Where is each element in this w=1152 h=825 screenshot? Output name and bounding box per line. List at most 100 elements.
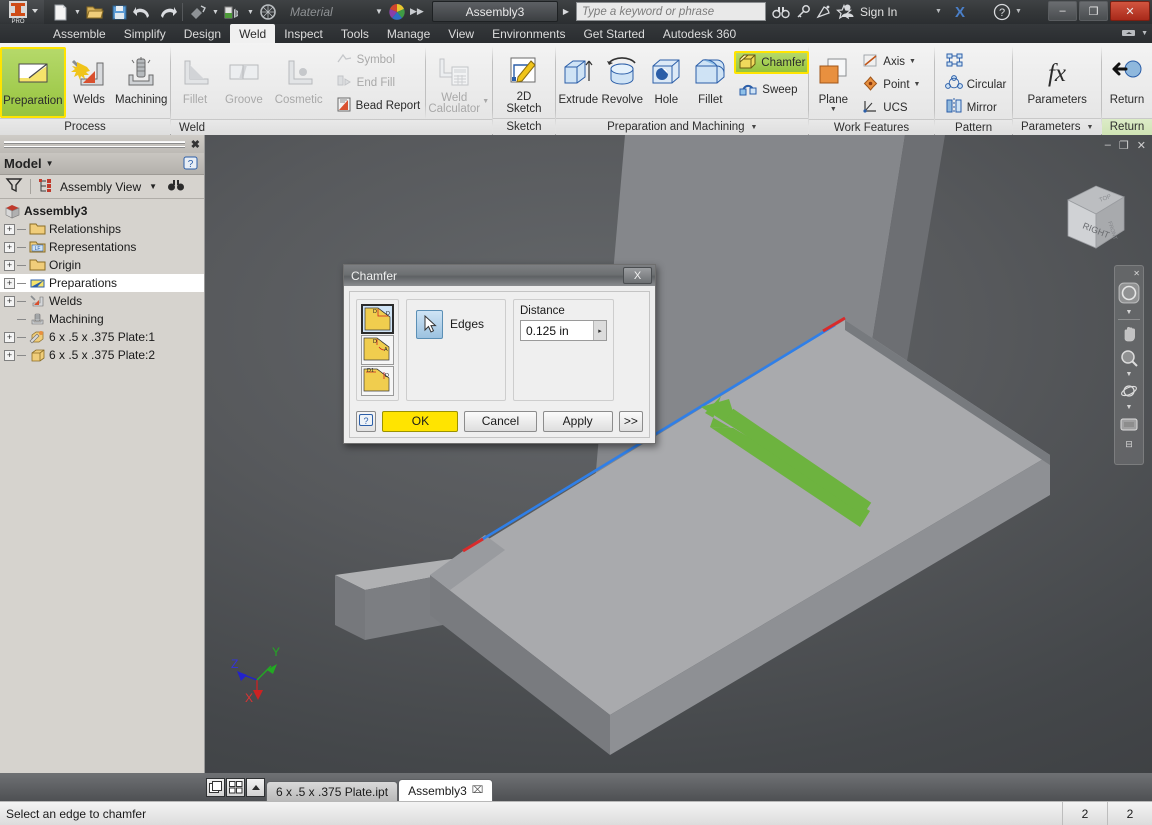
parameters-dropdown-caret-icon[interactable]: ▼ [1086, 124, 1093, 131]
sketch-2d-button[interactable]: 2D Sketch [493, 47, 556, 118]
exchange-x-icon[interactable]: X [955, 4, 965, 21]
navbar-close-icon[interactable]: ✕ [1133, 269, 1140, 278]
tree-item-preparations[interactable]: + Preparations [0, 274, 204, 292]
panel-dropdown-caret-icon[interactable]: ▼ [751, 124, 758, 131]
tree-item-plate-1[interactable]: + 6 x .5 x .375 Plate:1 [0, 328, 204, 346]
assembly-view-label[interactable]: Assembly View [60, 180, 141, 194]
zoom-caret-icon[interactable]: ▼ [1126, 370, 1133, 379]
tree-item-assembly3[interactable]: Assembly3 [0, 202, 204, 220]
browser-grip[interactable]: ✖ [0, 135, 204, 153]
ribbon-tab-inspect[interactable]: Inspect [275, 24, 332, 43]
ok-button[interactable]: OK [382, 411, 458, 432]
circular-pattern-button[interactable]: Circular [940, 73, 1012, 96]
orbit-icon[interactable] [1116, 379, 1142, 403]
viewport-close-icon[interactable]: ✕ [1137, 139, 1146, 152]
tree-item-representations[interactable]: + LF Representations [0, 238, 204, 256]
ribbon-tab-tools[interactable]: Tools [332, 24, 378, 43]
revolve-button[interactable]: Revolve [600, 47, 644, 118]
sweep-button[interactable]: Sweep [734, 78, 809, 101]
ribbon-tab-environments[interactable]: Environments [483, 24, 574, 43]
mirror-button[interactable]: Mirror [940, 96, 1012, 119]
axis-button[interactable]: Axis ▼ [857, 50, 925, 73]
expander-plus-icon[interactable]: + [4, 350, 15, 361]
panel-title-parameters[interactable]: Parameters ▼ [1013, 118, 1101, 135]
steering-wheel-caret-icon[interactable]: ▼ [1126, 308, 1133, 317]
browser-title-caret-icon[interactable]: ▼ [46, 159, 54, 168]
appearance-icon[interactable] [186, 1, 210, 23]
redo-icon[interactable] [155, 1, 179, 23]
point-button[interactable]: Point ▼ [857, 73, 925, 96]
key-icon[interactable] [792, 2, 814, 22]
extrude-button[interactable]: Extrude [556, 47, 600, 118]
expander-plus-icon[interactable]: + [4, 296, 15, 307]
chamfer-button[interactable]: Chamfer [734, 51, 809, 74]
viewport-restore-icon[interactable]: ❐ [1119, 139, 1129, 152]
tile-windows-icon[interactable] [226, 778, 245, 797]
ribbon-minimize-caret-icon[interactable]: ▼ [1141, 30, 1148, 37]
symbol-button[interactable]: Symbol [331, 48, 426, 71]
viewport-minimize-icon[interactable]: – [1105, 139, 1111, 152]
bead-report-button[interactable]: Bead Report [331, 94, 426, 117]
fillet-weld-button[interactable]: Fillet [171, 47, 219, 118]
more-button[interactable]: >> [619, 411, 643, 432]
select-edges-cursor-icon[interactable] [416, 310, 443, 339]
document-tab-plate[interactable]: 6 x .5 x .375 Plate.ipt [266, 781, 398, 801]
ribbon-tab-assemble[interactable]: Assemble [44, 24, 115, 43]
expander-plus-icon[interactable]: + [4, 242, 15, 253]
tree-item-origin[interactable]: + Origin [0, 256, 204, 274]
dialog-title-bar[interactable]: Chamfer X [344, 265, 655, 286]
color-wheel-icon[interactable] [388, 3, 406, 21]
ribbon-tab-autodesk-360[interactable]: Autodesk 360 [654, 24, 745, 43]
pan-icon[interactable] [1116, 322, 1142, 346]
end-fill-button[interactable]: End Fill [331, 71, 426, 94]
save-icon[interactable] [107, 1, 131, 23]
ribbon-tab-weld[interactable]: Weld [230, 24, 275, 43]
browser-help-icon[interactable]: ? [183, 156, 199, 175]
weld-calculator-button[interactable]: Weld Calculator [426, 47, 482, 118]
help-icon[interactable]: ? [993, 3, 1011, 24]
apply-button[interactable]: Apply [543, 411, 613, 432]
ribbon-tab-view[interactable]: View [439, 24, 483, 43]
binoculars-icon[interactable] [167, 178, 185, 195]
dialog-close-button[interactable]: X [623, 267, 652, 284]
assembly-view-caret-icon[interactable]: ▼ [149, 182, 157, 191]
view-cube[interactable]: RIGHT TOP FRONT [1050, 170, 1140, 260]
cosmetic-weld-button[interactable]: Cosmetic [269, 47, 329, 118]
distance-value[interactable]: 0.125 in [521, 321, 593, 340]
expander-plus-icon[interactable]: + [4, 278, 15, 289]
chamfer-dialog[interactable]: Chamfer X D D [343, 264, 656, 444]
material-dropdown-icon[interactable]: ▼ [245, 1, 256, 23]
hole-button[interactable]: Hole [644, 47, 688, 118]
orbit-caret-icon[interactable]: ▼ [1126, 403, 1133, 412]
panel-title-preparation-machining[interactable]: Preparation and Machining ▼ [556, 118, 808, 135]
cascade-windows-icon[interactable] [206, 778, 225, 797]
sign-in-caret-icon[interactable]: ▼ [935, 8, 942, 15]
zoom-icon[interactable] [1116, 346, 1142, 370]
fillet-button[interactable]: Fillet [688, 47, 732, 118]
expander-plus-icon[interactable]: + [4, 260, 15, 271]
satellite-icon[interactable] [813, 2, 835, 22]
distance-input[interactable]: 0.125 in ▸ [520, 320, 607, 341]
parameters-button[interactable]: fx Parameters [1021, 47, 1092, 118]
distance-dropdown-icon[interactable]: ▸ [593, 321, 606, 340]
new-file-dropdown-icon[interactable]: ▼ [72, 1, 83, 23]
expander-plus-icon[interactable]: + [4, 332, 15, 343]
return-button[interactable]: Return [1102, 47, 1152, 118]
navbar-options-icon[interactable]: ⊟ [1125, 439, 1133, 450]
document-tab-close-icon[interactable]: ⌧ [472, 785, 484, 796]
weld-calculator-caret-icon[interactable]: ▼ [482, 98, 489, 105]
tree-item-relationships[interactable]: + Relationships [0, 220, 204, 238]
minimize-button[interactable]: – [1048, 1, 1077, 21]
point-caret-icon[interactable]: ▼ [914, 81, 921, 88]
render-icon[interactable] [256, 1, 280, 23]
welds-button[interactable]: Welds [66, 47, 113, 118]
ribbon-tab-simplify[interactable]: Simplify [115, 24, 175, 43]
groove-weld-button[interactable]: Groove [219, 47, 269, 118]
ribbon-minimize-icon[interactable] [1121, 27, 1137, 41]
two-distances-chamfer-type[interactable]: D1 D [361, 366, 394, 396]
new-file-icon[interactable] [48, 1, 72, 23]
plane-button[interactable]: Plane ▼ [809, 47, 857, 118]
steering-wheel-icon[interactable] [1116, 278, 1142, 308]
preparation-button[interactable]: Preparation [0, 47, 66, 118]
rectangular-pattern-button[interactable] [940, 50, 1012, 73]
